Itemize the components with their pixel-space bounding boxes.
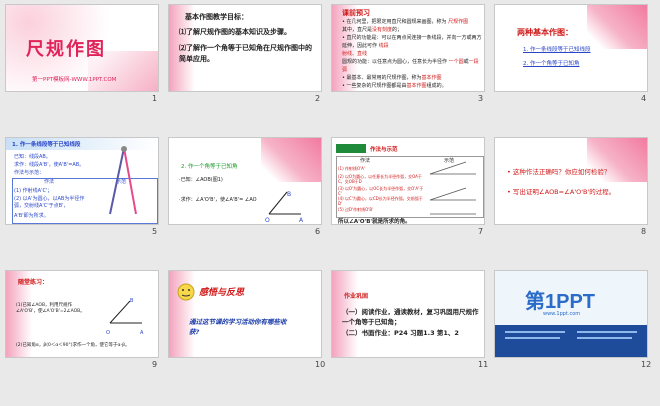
label-b: B: [130, 298, 134, 304]
table-cell: (1) 作射线A'C'；: [14, 188, 53, 194]
table-cell: A'B'即为所求。: [14, 213, 49, 219]
slide-thumb-9[interactable]: 随堂练习： (1)已知∠AOB，利用尺规作∠A'O'B'，使∠A'O'B'=2∠…: [5, 270, 159, 358]
slide-question: • 这种作法正确吗？你应如何检验？: [507, 168, 611, 176]
slide-text: • 在几何里，把限定用直尺和圆规来画图，称为 尺规作图 其中，直尺是没有刻度的；…: [342, 19, 482, 89]
slide-thumb-6[interactable]: 2. 作一个角等于已知角 ·已知：∠AOB(图1) ·求作：∠A'O'B'，使∠…: [168, 137, 322, 225]
label-a: A: [299, 217, 304, 224]
brand-url: www.1ppt.com: [543, 311, 581, 317]
slide-number: 4: [641, 94, 647, 103]
brand-logo: 第1PPT: [525, 291, 596, 313]
slide-number: 3: [478, 94, 484, 103]
compass-icon: [109, 146, 137, 215]
slide-number: 7: [478, 227, 484, 236]
slide-decoration: [261, 138, 321, 182]
slide-heading: 随堂练习：: [18, 279, 49, 286]
slide-number: 1: [152, 94, 158, 103]
table-cell: (5) 过D'作射线O'B': [338, 207, 374, 212]
slide-required: ·求作：∠A'O'B'，使∠A'B'= ∠AO: [179, 197, 257, 203]
slide-item: 2. 作一个角等于已知角: [523, 61, 580, 67]
slide-item: 1. 作一条线段等于已知线段: [523, 47, 591, 53]
angle-figure: [109, 300, 142, 324]
slide-line: ⑵了解作一个角等于已知角在尺规作图中的简单应用。: [179, 44, 312, 63]
slide-thumb-2[interactable]: 基本作图教学目标： ⑴了解尺规作图的基本知识及步骤。 ⑵了解作一个角等于已知角在…: [168, 4, 322, 92]
table-cell: (2) 以O为圆心，以任意长为半径作弧，交OA于C，交OB于D: [338, 174, 422, 184]
slide-footer: 所以∠A'O'B'就是所求的角。: [338, 219, 411, 225]
table-cell: (2) 以A'为圆心，以AB为半径作弧，交射线A'C'于点B'，: [14, 196, 85, 209]
slide-tab: 作法与示范: [370, 147, 398, 153]
slide-thumb-11[interactable]: 作业巩固 （一）阅读作业，通读教材，复习巩固用尺规作一个角等于已知角； （二）书…: [331, 270, 485, 358]
homework-2: （二）书面作业：P24 习题1.3 第1、2: [342, 329, 459, 337]
slide-number: 8: [641, 227, 647, 236]
angle-construction-figure: [429, 161, 476, 215]
table-cell: (1) 作射线O'A': [338, 166, 366, 171]
label-o: O: [106, 330, 110, 336]
homework-1: （一）阅读作业，通读教材，复习巩固用尺规作一个角等于已知角；: [342, 308, 479, 326]
slide-thumb-1[interactable]: 尺规作图 第一PPT模板网-WWW.1PPT.COM: [5, 4, 159, 92]
slide-given: ·已知：∠AOB(图1): [179, 177, 223, 183]
slide-thumb-10[interactable]: 感悟与反思 通过这节课的学习活动你有哪些收获?: [168, 270, 322, 358]
slide-thumb-7[interactable]: 作法与示范 作法 示范 (1) 作射线O'A' (2) 以O为圆心，以任意长为半…: [331, 137, 485, 225]
slide-number: 2: [315, 94, 321, 103]
slide-heading: 作业巩固: [344, 293, 369, 300]
slide-number: 6: [315, 227, 321, 236]
slide-thumb-4[interactable]: 两种基本作图： 1. 作一条线段等于已知线段 2. 作一个角等于已知角: [494, 4, 648, 92]
label-o: O: [265, 217, 270, 224]
slide-text: 通过这节课的学习活动你有哪些收获?: [189, 318, 287, 336]
slide-thumb-3[interactable]: 课前预习 • 在几何里，把限定用直尺和圆规来画图，称为 尺规作图 其中，直尺是没…: [331, 4, 485, 92]
slide-decoration: [587, 5, 647, 49]
slide-heading: 1. 作一条线段等于已知线段: [12, 142, 81, 148]
slide-subheading: 作法与示范：: [14, 170, 45, 176]
slide-number: 12: [641, 360, 652, 369]
label-a: A: [140, 330, 144, 336]
slide-thumb-12[interactable]: 第1PPT www.1ppt.com: [494, 270, 648, 358]
slide-footer: 第一PPT模板网-WWW.1PPT.COM: [32, 77, 117, 83]
slide-question: • 写出证明∠AOB=∠A'O'B'的过程。: [507, 188, 616, 196]
slide-thumb-8[interactable]: • 这种作法正确吗？你应如何检验？ • 写出证明∠AOB=∠A'O'B'的过程。: [494, 137, 648, 225]
slide-number: 9: [152, 360, 158, 369]
table-cell: (4) 以C'为圆心，以CD长为半径作弧，交前弧于D': [338, 196, 423, 206]
label-b: B: [287, 191, 292, 198]
slide-number: 5: [152, 227, 158, 236]
slide-heading: 课前预习: [342, 9, 370, 17]
slide-heading: 两种基本作图：: [517, 28, 573, 37]
table-cell: (3) 以O'为圆心，以OC长为半径作弧，交O'A'于C': [338, 186, 424, 196]
exercise-2: (2)已知角α，β(0＜α＜90°)求作一个角，使它等于α-β。: [16, 343, 130, 348]
slide-line: ⑴了解尺规作图的基本知识及步骤。: [179, 28, 291, 36]
thinking-face-icon: [177, 283, 195, 301]
slide-heading: 2. 作一个角等于已知角: [181, 164, 238, 170]
slide-heading: 感悟与反思: [199, 288, 245, 298]
table-header: 作法: [360, 158, 371, 164]
table-header: 作法: [44, 179, 55, 185]
slide-number: 11: [478, 360, 489, 369]
slide-number: 10: [315, 360, 326, 369]
slide-heading: 基本作图教学目标：: [185, 13, 248, 21]
exercise-1: (1)已知∠AOB，利用尺规作∠A'O'B'，使∠A'O'B'=2∠AOB。: [16, 303, 85, 314]
slide-thumb-5[interactable]: 1. 作一条线段等于已知线段 已知：线段AB。 求作：线段A'B'，使A'B'=…: [5, 137, 159, 225]
slide-title: 尺规作图: [26, 39, 106, 60]
